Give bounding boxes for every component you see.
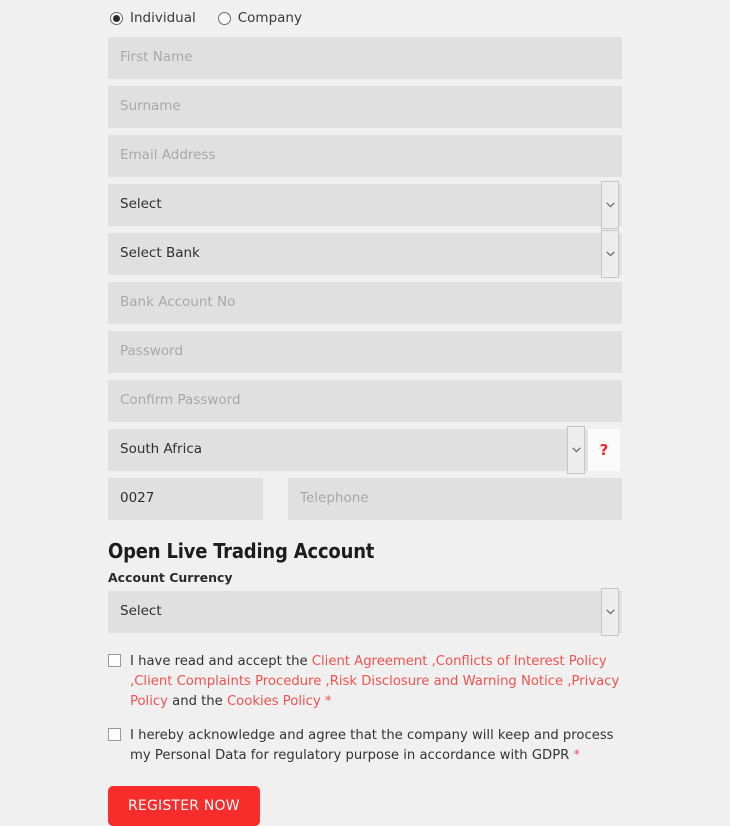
help-button[interactable]: ? <box>588 429 620 471</box>
confirm-password-placeholder: Confirm Password <box>120 394 241 408</box>
country-row: South Africa ? <box>108 426 622 474</box>
register-now-button[interactable]: REGISTER NOW <box>108 786 260 826</box>
terms-consent-text: I have read and accept the Client Agreem… <box>130 652 622 712</box>
radio-individual-icon[interactable] <box>110 12 123 25</box>
telephone-placeholder: Telephone <box>300 492 369 506</box>
bank-account-input[interactable]: Bank Account No <box>108 282 622 324</box>
chevron-down-icon[interactable] <box>567 426 585 474</box>
gdpr-text: I hereby acknowledge and agree that the … <box>130 728 614 763</box>
submit-row: REGISTER NOW <box>108 786 622 826</box>
registration-page: Individual Company First Name Surname Em… <box>0 0 730 826</box>
dial-code-input[interactable]: 0027 <box>108 478 263 520</box>
country-value: South Africa <box>120 443 203 457</box>
radio-company-icon[interactable] <box>217 12 231 25</box>
account-type-radio-group: Individual Company <box>108 0 622 37</box>
country-select[interactable]: South Africa <box>108 426 588 474</box>
country-of-residence-value: Select <box>120 198 162 212</box>
radio-individual-label: Individual <box>130 9 196 26</box>
account-currency-value: Select <box>120 605 162 619</box>
confirm-password-input[interactable]: Confirm Password <box>108 380 622 422</box>
bank-select[interactable]: Select Bank <box>108 230 622 278</box>
terms-intro: I have read and accept the <box>130 654 312 669</box>
chevron-down-icon[interactable] <box>601 230 619 278</box>
dial-code-value: 0027 <box>120 492 155 506</box>
gdpr-consent-row: I hereby acknowledge and agree that the … <box>108 726 622 766</box>
radio-company-label: Company <box>237 9 302 26</box>
bank-account-placeholder: Bank Account No <box>120 296 236 310</box>
registration-form: Individual Company First Name Surname Em… <box>108 0 622 826</box>
gdpr-required-mark: * <box>569 748 581 763</box>
email-placeholder: Email Address <box>120 149 216 163</box>
live-account-title: Open Live Trading Account <box>108 539 375 563</box>
surname-placeholder: Surname <box>120 100 181 114</box>
link-cookies-policy[interactable]: Cookies Policy <box>227 694 321 709</box>
terms-conjunction: and the <box>167 694 227 709</box>
link-client-complaints-procedure[interactable]: Client Complaints Procedure <box>134 674 321 689</box>
account-currency-label: Account Currency <box>108 570 233 585</box>
radio-option-individual[interactable]: Individual <box>110 9 196 26</box>
radio-option-company[interactable]: Company <box>217 9 302 26</box>
chevron-down-icon[interactable] <box>601 181 619 229</box>
terms-checkbox[interactable] <box>108 654 121 667</box>
question-mark-icon: ? <box>599 440 609 459</box>
password-placeholder: Password <box>120 345 184 359</box>
terms-separator: , <box>427 654 436 669</box>
email-input[interactable]: Email Address <box>108 135 622 177</box>
terms-separator: , <box>563 674 572 689</box>
surname-input[interactable]: Surname <box>108 86 622 128</box>
account-currency-select[interactable]: Select <box>108 588 622 636</box>
link-client-agreement[interactable]: Client Agreement <box>312 654 428 669</box>
link-conflicts-of-interest-policy[interactable]: Conflicts of Interest Policy <box>436 654 607 669</box>
phone-row: 0027 Telephone <box>108 478 622 520</box>
country-of-residence-select[interactable]: Select <box>108 181 622 229</box>
gdpr-checkbox[interactable] <box>108 728 121 741</box>
telephone-input[interactable]: Telephone <box>288 478 622 520</box>
link-risk-disclosure-notice[interactable]: Risk Disclosure and Warning Notice <box>330 674 563 689</box>
chevron-down-icon[interactable] <box>601 588 619 636</box>
gdpr-consent-text: I hereby acknowledge and agree that the … <box>130 726 622 766</box>
terms-separator: , <box>321 674 330 689</box>
first-name-input[interactable]: First Name <box>108 37 622 79</box>
bank-select-value: Select Bank <box>120 247 200 261</box>
password-input[interactable]: Password <box>108 331 622 373</box>
terms-consent-row: I have read and accept the Client Agreem… <box>108 652 622 712</box>
terms-required-mark: * <box>320 694 332 709</box>
first-name-placeholder: First Name <box>120 51 193 65</box>
